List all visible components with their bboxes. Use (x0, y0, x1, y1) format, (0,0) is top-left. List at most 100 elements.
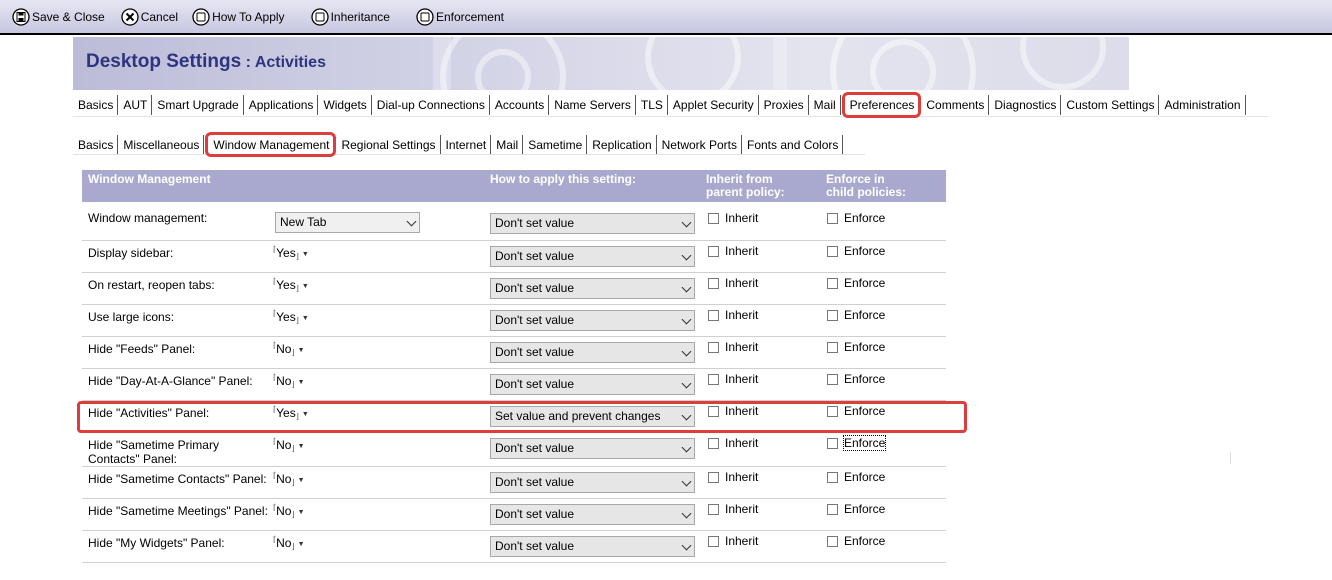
tab-diagnostics[interactable]: Diagnostics (989, 95, 1062, 115)
enforce-checkbox[interactable]: Enforce (827, 435, 887, 451)
tab-administration[interactable]: Administration (1159, 95, 1246, 115)
dropdown-arrow-icon: ▼ (297, 477, 305, 484)
subtab-regional-settings[interactable]: Regional Settings (336, 135, 441, 154)
inherit-checkbox[interactable]: Inherit (708, 308, 758, 322)
cancel-button[interactable]: Cancel (117, 5, 182, 29)
how-to-apply-select[interactable]: Don't set value (490, 310, 695, 331)
inherit-checkbox[interactable]: Inherit (708, 276, 758, 290)
window-management-select[interactable]: New Tab (275, 212, 420, 233)
inherit-checkbox[interactable]: Inherit (708, 372, 758, 386)
how-to-apply-select[interactable]: Don't set value (490, 472, 695, 493)
enforce-checkbox[interactable]: Enforce (827, 404, 885, 418)
value-keyword-field[interactable]: ⌈Yes⌋ ▼ (273, 405, 309, 421)
how-to-apply-button[interactable]: How To Apply (188, 5, 289, 29)
tab-tls[interactable]: TLS (636, 95, 668, 115)
how-to-apply-select[interactable]: Don't set value (490, 504, 695, 525)
value-keyword-field[interactable]: ⌈No⌋ ▼ (273, 535, 305, 551)
inherit-checkbox[interactable]: Inherit (708, 244, 758, 258)
tab-applications[interactable]: Applications (244, 95, 319, 115)
value-keyword-field[interactable]: ⌈Yes⌋ ▼ (273, 309, 309, 325)
tab-applet-security[interactable]: Applet Security (668, 95, 759, 115)
inherit-checkbox[interactable]: Inherit (708, 470, 758, 484)
tab-proxies[interactable]: Proxies (759, 95, 809, 115)
setting-label: Hide "Sametime Meetings" Panel: (88, 504, 268, 518)
tab-smart-upgrade[interactable]: Smart Upgrade (152, 95, 244, 115)
value-keyword-field[interactable]: ⌈No⌋ ▼ (273, 373, 305, 389)
tab-accounts[interactable]: Accounts (490, 95, 550, 115)
table-row: Hide "Activities" Panel: ⌈Yes⌋ ▼ Set valu… (82, 401, 946, 433)
chevron-down-icon (681, 378, 692, 389)
how-to-apply-select[interactable]: Don't set value (490, 278, 695, 299)
circle-icon (416, 7, 434, 26)
subtab-network-ports[interactable]: Network Ports (657, 135, 742, 154)
chevron-down-icon (681, 282, 692, 293)
subtab-basics[interactable]: Basics (73, 135, 119, 154)
how-to-apply-select[interactable]: Don't set value (490, 213, 695, 234)
table-header: Window Management How to apply this sett… (82, 170, 946, 202)
subtab-sametime[interactable]: Sametime (523, 135, 588, 154)
setting-label: Hide "Sametime Contacts" Panel: (88, 472, 267, 486)
tab-custom-settings[interactable]: Custom Settings (1061, 95, 1160, 115)
enforcement-button[interactable]: Enforcement (412, 5, 508, 29)
chevron-down-icon (681, 508, 692, 519)
how-to-apply-select[interactable]: Don't set value (490, 438, 695, 459)
tab-preferences[interactable]: Preferences (841, 92, 922, 118)
inherit-checkbox[interactable]: Inherit (708, 211, 758, 225)
how-to-apply-select[interactable]: Don't set value (490, 536, 695, 557)
enforce-checkbox[interactable]: Enforce (827, 470, 885, 484)
table-row: Hide "Sametime Contacts" Panel: ⌈No⌋ ▼ Do… (82, 467, 946, 499)
subtab-internet[interactable]: Internet (441, 135, 492, 154)
chevron-down-icon (681, 540, 692, 551)
sub-tab-bar: Basics Miscellaneous Window Management R… (73, 130, 866, 157)
subtab-window-management[interactable]: Window Management (205, 132, 337, 157)
value-keyword-field[interactable]: ⌈Yes⌋ ▼ (273, 245, 309, 261)
enforce-checkbox[interactable]: Enforce (827, 502, 885, 516)
dropdown-arrow-icon: ▼ (297, 379, 305, 386)
table-row: Hide "Day-At-A-Glance" Panel: ⌈No⌋ ▼ Don'… (82, 369, 946, 401)
value-keyword-field[interactable]: ⌈Yes⌋ ▼ (273, 277, 309, 293)
enforce-checkbox[interactable]: Enforce (827, 308, 885, 322)
tab-dial-up-connections[interactable]: Dial-up Connections (372, 95, 490, 115)
enforce-checkbox[interactable]: Enforce (827, 211, 885, 225)
tab-comments[interactable]: Comments (921, 95, 990, 115)
tab-widgets[interactable]: Widgets (318, 95, 372, 115)
subtab-mail[interactable]: Mail (491, 135, 524, 154)
chevron-down-icon (681, 314, 692, 325)
how-to-apply-select[interactable]: Don't set value (490, 342, 695, 363)
inherit-checkbox[interactable]: Inherit (708, 502, 758, 516)
subtab-fonts-and-colors[interactable]: Fonts and Colors (742, 135, 844, 154)
enforce-checkbox[interactable]: Enforce (827, 534, 885, 548)
inheritance-button[interactable]: Inheritance (307, 5, 394, 29)
inherit-header: Inherit from parent policy: (706, 172, 785, 199)
tab-basics[interactable]: Basics (73, 95, 119, 115)
chevron-down-icon (681, 346, 692, 357)
setting-label: Display sidebar: (88, 246, 174, 260)
tab-aut[interactable]: AUT (118, 95, 153, 115)
value-keyword-field[interactable]: ⌈No⌋ ▼ (273, 471, 305, 487)
chevron-down-icon (681, 250, 692, 261)
tab-name-servers[interactable]: Name Servers (549, 95, 636, 115)
enforce-checkbox[interactable]: Enforce (827, 276, 885, 290)
subtab-miscellaneous[interactable]: Miscellaneous (118, 135, 205, 154)
inherit-checkbox[interactable]: Inherit (708, 534, 758, 548)
tab-mail[interactable]: Mail (809, 95, 841, 115)
inherit-checkbox[interactable]: Inherit (708, 340, 758, 354)
enforce-checkbox[interactable]: Enforce (827, 340, 885, 354)
enforce-checkbox[interactable]: Enforce (827, 244, 885, 258)
value-keyword-field[interactable]: ⌈No⌋ ▼ (273, 503, 305, 519)
how-to-apply-select[interactable]: Don't set value (490, 246, 695, 267)
value-keyword-field[interactable]: ⌈No⌋ ▼ (273, 437, 305, 453)
value-keyword-field[interactable]: ⌈No⌋ ▼ (273, 341, 305, 357)
save-close-button[interactable]: Save & Close (8, 5, 109, 29)
subtab-replication[interactable]: Replication (587, 135, 657, 154)
setting-label: Window management: (88, 211, 208, 225)
chevron-down-icon (681, 476, 692, 487)
inherit-checkbox[interactable]: Inherit (708, 436, 758, 450)
setting-label: Hide "Activities" Panel: (88, 406, 210, 420)
inherit-checkbox[interactable]: Inherit (708, 404, 758, 418)
table-row: Display sidebar: ⌈Yes⌋ ▼ Don't set value … (82, 241, 946, 273)
chevron-down-icon (681, 410, 692, 421)
how-to-apply-select[interactable]: Set value and prevent changes (490, 406, 695, 427)
how-to-apply-select[interactable]: Don't set value (490, 374, 695, 395)
enforce-checkbox[interactable]: Enforce (827, 372, 885, 386)
